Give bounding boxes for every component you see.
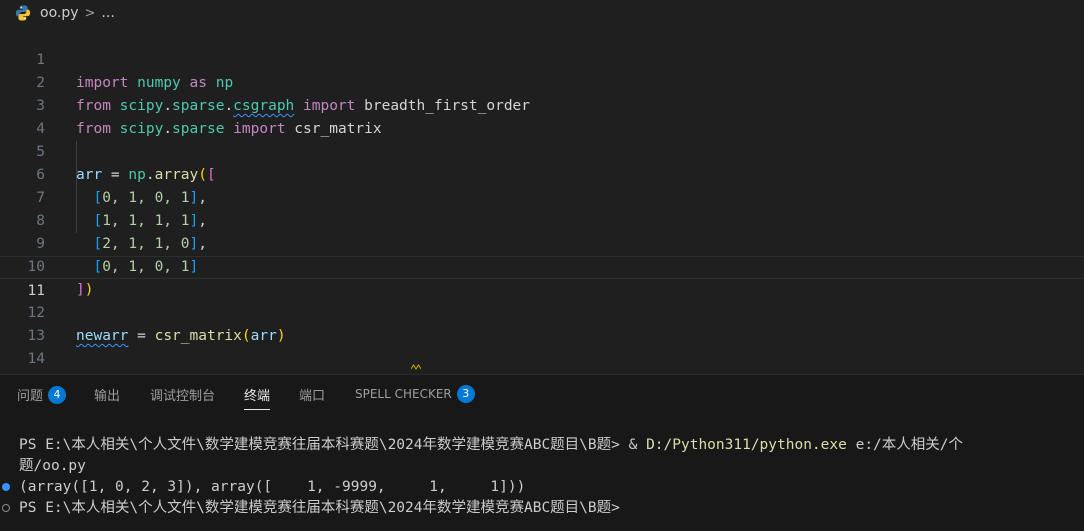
code-line[interactable]: 3 from scipy.sparse import csr_matrix bbox=[0, 72, 1084, 137]
code-line[interactable]: 7 [1, 1, 1, 1], bbox=[0, 164, 1084, 229]
code-line[interactable]: 2 from scipy.sparse.csgraph import bread… bbox=[0, 49, 1084, 114]
code-line[interactable]: 4 bbox=[0, 95, 1084, 137]
tab-label: 输出 bbox=[94, 389, 121, 404]
terminal-result: (array([1, 0, 2, 3]), array([ 1, -9999, … bbox=[19, 479, 526, 495]
chevron-right-icon: > bbox=[84, 5, 96, 21]
warning-squiggle-icon bbox=[411, 364, 421, 370]
code-line[interactable]: 12 newarr = csr_matrix(arr) bbox=[0, 279, 1084, 344]
bottom-panel: 问题 4 输出 调试控制台 终端 端口 SPELL CHECKER 3 PS E… bbox=[0, 374, 1084, 531]
terminal-prompt: PS E:\本人相关\个人文件\数学建模竞赛往届本科赛题\2024年数学建模竞赛… bbox=[19, 437, 647, 453]
python-file-icon bbox=[15, 5, 31, 21]
terminal-text: 题/oo.py bbox=[19, 458, 86, 474]
code-line[interactable]: 10 ]) bbox=[0, 233, 1084, 298]
code-line[interactable]: 13 bbox=[0, 302, 1084, 344]
breadcrumb-file[interactable]: oo.py bbox=[40, 5, 79, 21]
command-success-icon[interactable] bbox=[2, 483, 10, 491]
problems-count-badge: 4 bbox=[48, 385, 67, 404]
terminal-line: 题/oo.py bbox=[19, 456, 86, 477]
command-pending-icon[interactable] bbox=[2, 504, 10, 512]
code-line[interactable]: 6 [0, 1, 0, 1], bbox=[0, 141, 1084, 206]
tab-spell-checker[interactable]: SPELL CHECKER 3 bbox=[355, 385, 475, 403]
tab-ports[interactable]: 端口 bbox=[299, 385, 325, 404]
tab-output[interactable]: 输出 bbox=[94, 385, 120, 404]
tab-label: 端口 bbox=[299, 389, 326, 404]
breadcrumb: oo.py > ... bbox=[0, 0, 1084, 26]
tab-debug-console[interactable]: 调试控制台 bbox=[150, 385, 215, 404]
terminal-prompt: PS E:\本人相关\个人文件\数学建模竞赛往届本科赛题\2024年数学建模竞赛… bbox=[19, 500, 620, 516]
code-line-current[interactable]: 11 bbox=[0, 256, 1084, 299]
terminal-argument: e:/本人相关/个 bbox=[846, 437, 964, 453]
code-line[interactable]: 9 [0, 1, 0, 1] bbox=[0, 210, 1084, 275]
tab-label: 调试控制台 bbox=[150, 389, 216, 404]
line-number: 14 bbox=[27, 351, 45, 367]
tab-problems[interactable]: 问题 4 bbox=[17, 385, 67, 404]
tab-label: SPELL CHECKER bbox=[355, 387, 452, 401]
terminal-line: PS E:\本人相关\个人文件\数学建模竞赛往届本科赛题\2024年数学建模竞赛… bbox=[19, 435, 963, 456]
terminal-line: PS E:\本人相关\个人文件\数学建模竞赛往届本科赛题\2024年数学建模竞赛… bbox=[19, 498, 620, 519]
code-editor[interactable]: 1 import numpy as np 2 from scipy.sparse… bbox=[0, 26, 1084, 390]
breadcrumb-more[interactable]: ... bbox=[101, 5, 114, 21]
terminal-command: D:/Python311/python.exe bbox=[646, 437, 847, 453]
tab-label: 问题 bbox=[17, 389, 44, 404]
code-line[interactable]: 14 print(breadth_first_order(newarr, 1)) bbox=[0, 325, 1084, 390]
panel-tabs: 问题 4 输出 调试控制台 终端 端口 SPELL CHECKER 3 bbox=[0, 375, 1084, 413]
code-line[interactable]: 8 [2, 1, 1, 0], bbox=[0, 187, 1084, 252]
terminal-line: (array([1, 0, 2, 3]), array([ 1, -9999, … bbox=[19, 477, 525, 498]
code-line[interactable]: 1 import numpy as np bbox=[0, 26, 1084, 91]
tab-label: 终端 bbox=[244, 389, 271, 404]
spell-checker-count-badge: 3 bbox=[456, 385, 475, 403]
tab-terminal[interactable]: 终端 bbox=[244, 385, 271, 410]
code-line[interactable]: 5 arr = np.array([ bbox=[0, 118, 1084, 183]
